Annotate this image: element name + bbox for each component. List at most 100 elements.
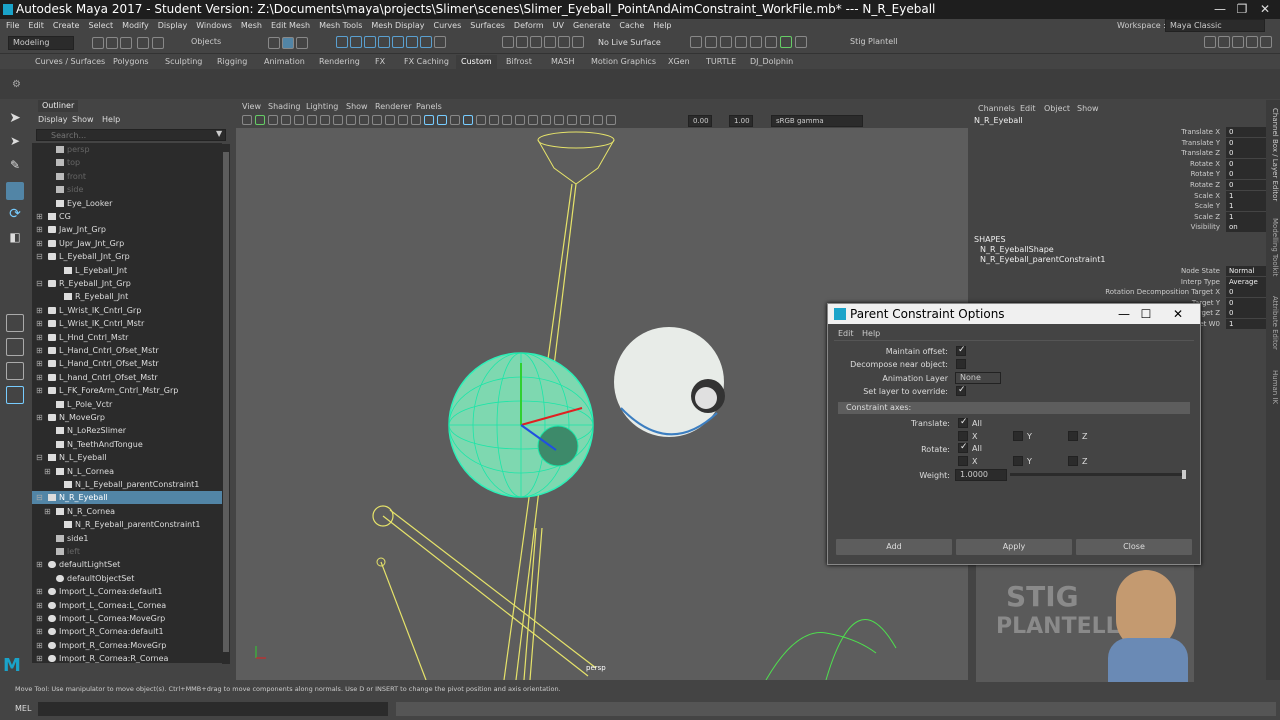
menu-select[interactable]: Select xyxy=(88,19,113,32)
expand-toggle-icon[interactable]: ⊟ xyxy=(36,277,43,290)
expand-toggle-icon[interactable]: ⊞ xyxy=(44,465,51,478)
channel-attr-name[interactable]: Rotate Y xyxy=(1191,169,1220,179)
undo-icon[interactable] xyxy=(137,37,149,49)
outliner-item[interactable]: ⊞ N_R_Cornea xyxy=(32,505,222,518)
outliner-item[interactable]: side xyxy=(32,183,222,196)
single-view-layout-icon[interactable] xyxy=(6,314,24,332)
shape-node-2[interactable]: N_R_Eyeball_parentConstraint1 xyxy=(980,255,1105,264)
shelf-tab-animation[interactable]: Animation xyxy=(264,55,305,69)
menu-set-dropdown[interactable]: Modeling xyxy=(8,36,74,50)
outliner-item[interactable]: N_LoRezSlimer xyxy=(32,424,222,437)
shelf-tab-custom[interactable]: Custom xyxy=(456,55,497,69)
open-scene-icon[interactable] xyxy=(106,37,118,49)
outliner-item[interactable]: ⊟ R_Eyeball_Jnt_Grp xyxy=(32,277,222,290)
outliner-item[interactable]: N_R_Eyeball_parentConstraint1 xyxy=(32,518,222,531)
outliner-item[interactable]: ⊞ L_Wrist_IK_Cntrl_Grp xyxy=(32,304,222,317)
channel-attr-name[interactable]: Translate X xyxy=(1181,127,1220,137)
channel-attr-name[interactable]: Translate Y xyxy=(1182,138,1220,148)
channel-attr-name[interactable]: Scale Z xyxy=(1194,212,1220,222)
outliner-item[interactable]: ⊞ Jaw_Jnt_Grp xyxy=(32,223,222,236)
snap-icons[interactable] xyxy=(502,36,594,50)
menu-generate[interactable]: Generate xyxy=(573,19,610,32)
rotate-z-checkbox[interactable] xyxy=(1068,456,1078,466)
outliner-item[interactable]: persp xyxy=(32,143,222,156)
outliner-item[interactable]: L_Pole_Vctr xyxy=(32,398,222,411)
search-options-chevron-icon[interactable]: ▼ xyxy=(216,129,222,138)
outliner-item[interactable]: front xyxy=(32,170,222,183)
outliner-item[interactable]: ⊞ Upr_Jaw_Jnt_Grp xyxy=(32,237,222,250)
menu-file[interactable]: File xyxy=(6,19,19,32)
save-scene-icon[interactable] xyxy=(120,37,132,49)
menu-windows[interactable]: Windows xyxy=(196,19,232,32)
viewport-menu-shading[interactable]: Shading xyxy=(268,100,301,114)
viewport-menu-view[interactable]: View xyxy=(242,100,261,114)
constraint-attr-value[interactable]: 0 xyxy=(1226,297,1266,308)
channel-attr-value[interactable]: 0 xyxy=(1226,137,1266,148)
rotate-y-checkbox[interactable] xyxy=(1013,456,1023,466)
channel-attr-value[interactable]: 1 xyxy=(1226,190,1266,201)
shelf-tab-motion-graphics[interactable]: Motion Graphics xyxy=(591,55,656,69)
channelbox-menu-channels[interactable]: Channels xyxy=(978,104,1015,113)
exposure-field[interactable]: 0.00 xyxy=(688,115,712,127)
outliner-item[interactable]: ⊞ L_Hand_Cntrl_Ofset_Mstr xyxy=(32,344,222,357)
dialog-close-icon[interactable]: ✕ xyxy=(1170,304,1186,324)
menu-create[interactable]: Create xyxy=(53,19,80,32)
channel-attr-value[interactable]: 0 xyxy=(1226,169,1266,180)
weight-slider[interactable] xyxy=(1010,470,1186,479)
outliner-scrollbar[interactable] xyxy=(222,144,230,664)
outliner-item[interactable]: ⊞ CG xyxy=(32,210,222,223)
tab-modelling-toolkit[interactable]: Modelling Toolkit xyxy=(1267,218,1279,276)
outliner-menu-display[interactable]: Display xyxy=(38,114,68,126)
expand-toggle-icon[interactable]: ⊞ xyxy=(36,585,43,598)
set-layer-checkbox[interactable] xyxy=(956,385,966,396)
expand-toggle-icon[interactable]: ⊞ xyxy=(36,558,43,571)
dialog-minimize-button[interactable]: — xyxy=(1116,304,1132,324)
outliner-item[interactable]: ⊞ Import_R_Cornea:MoveGrp xyxy=(32,639,222,652)
outliner-item[interactable]: N_L_Eyeball_parentConstraint1 xyxy=(32,478,222,491)
translate-y-checkbox[interactable] xyxy=(1013,431,1023,441)
channel-attr-value[interactable]: on xyxy=(1226,222,1266,233)
constraint-attr-name[interactable]: Node State xyxy=(1181,266,1220,276)
menu-edit-mesh[interactable]: Edit Mesh xyxy=(271,19,310,32)
outliner-item[interactable]: defaultObjectSet xyxy=(32,572,222,585)
maintain-offset-checkbox[interactable] xyxy=(956,345,966,356)
outliner-tab[interactable]: Outliner xyxy=(38,100,79,112)
rotate-all-checkbox[interactable] xyxy=(958,442,968,453)
viewport-menu-lighting[interactable]: Lighting xyxy=(306,100,338,114)
outliner-item[interactable]: ⊟ N_L_Eyeball xyxy=(32,451,222,464)
menu-surfaces[interactable]: Surfaces xyxy=(470,19,505,32)
outliner-item[interactable]: side1 xyxy=(32,532,222,545)
outliner-menu-show[interactable]: Show xyxy=(72,114,94,126)
constraint-attr-value[interactable]: 0 xyxy=(1226,308,1266,319)
minimize-button[interactable]: — xyxy=(1210,0,1230,19)
outliner-item[interactable]: ⊞ defaultLightSet xyxy=(32,558,222,571)
channelbox-menu-object[interactable]: Object xyxy=(1044,104,1070,113)
outliner-menu-help[interactable]: Help xyxy=(102,114,120,126)
viewport-menu-show[interactable]: Show xyxy=(346,100,368,114)
menu-uv[interactable]: UV xyxy=(553,19,564,32)
outliner-item[interactable]: ⊞ L_Hand_Cntrl_Ofset_Mstr xyxy=(32,357,222,370)
dialog-menu-edit[interactable]: Edit xyxy=(838,329,854,338)
outliner-item[interactable]: R_Eyeball_Jnt xyxy=(32,290,222,303)
move-tool-icon[interactable] xyxy=(6,182,24,200)
tab-channel-box[interactable]: Channel Box / Layer Editor xyxy=(1267,108,1279,201)
menu-display[interactable]: Display xyxy=(158,19,188,32)
add-button[interactable]: Add xyxy=(836,539,952,555)
shelf-tab-fx-caching[interactable]: FX Caching xyxy=(404,55,449,69)
constraint-attr-value[interactable]: 1 xyxy=(1226,319,1266,329)
rotate-x-checkbox[interactable] xyxy=(958,456,968,466)
new-scene-icon[interactable] xyxy=(92,37,104,49)
expand-toggle-icon[interactable]: ⊞ xyxy=(36,344,43,357)
channelbox-menu-edit[interactable]: Edit xyxy=(1020,104,1036,113)
expand-toggle-icon[interactable]: ⊟ xyxy=(36,451,43,464)
color-space-dropdown[interactable]: sRGB gamma xyxy=(771,115,863,127)
shelf-tab-mash[interactable]: MASH xyxy=(551,55,574,69)
viewport-menu-panels[interactable]: Panels xyxy=(416,100,442,114)
expand-toggle-icon[interactable]: ⊞ xyxy=(36,411,43,424)
outliner-item[interactable]: N_TeethAndTongue xyxy=(32,438,222,451)
shelf-tab-sculpting[interactable]: Sculpting xyxy=(165,55,202,69)
channel-attr-value[interactable]: 0 xyxy=(1226,158,1266,169)
lasso-tool-icon[interactable]: ➤ xyxy=(6,134,24,152)
panel-toggle-icons[interactable] xyxy=(1204,36,1276,50)
constraint-attr-value[interactable]: Average xyxy=(1226,276,1266,287)
